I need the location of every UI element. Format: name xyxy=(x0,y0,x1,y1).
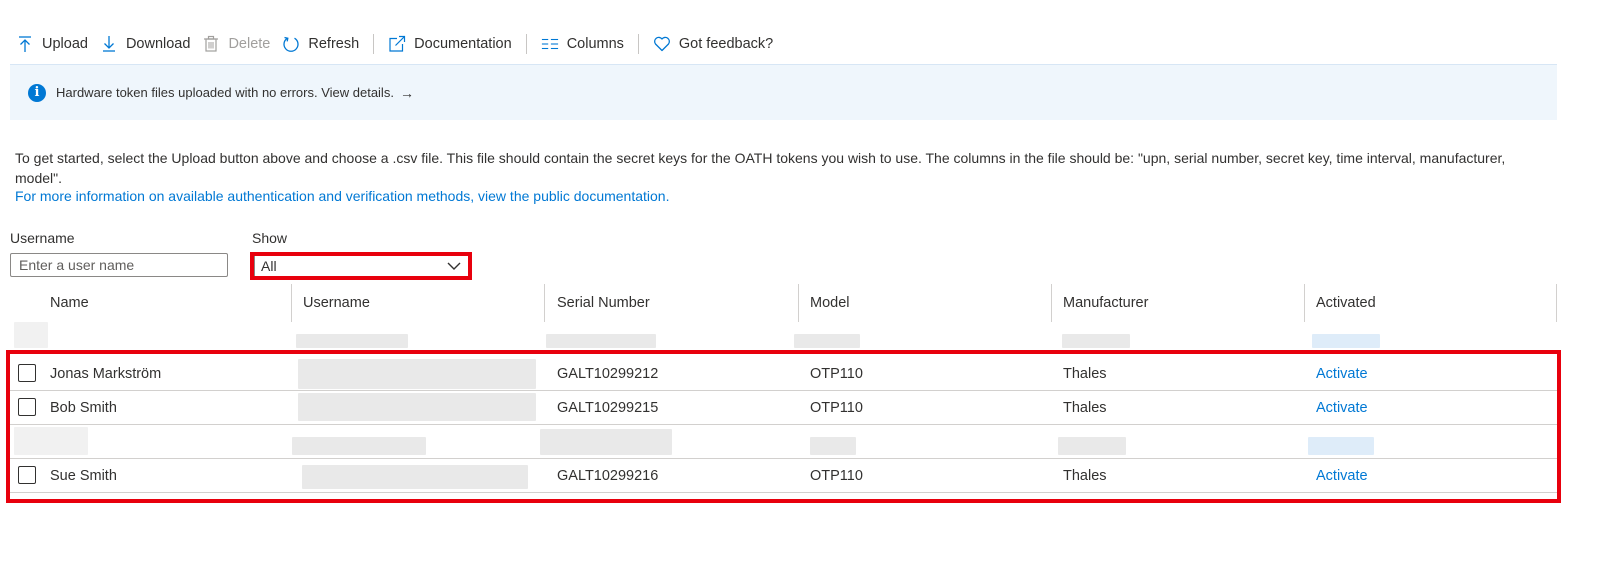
row-name: Bob Smith xyxy=(50,399,117,416)
refresh-label: Refresh xyxy=(308,36,360,52)
download-button[interactable]: Download xyxy=(94,28,197,60)
column-divider[interactable] xyxy=(798,284,799,322)
table-row[interactable]: Jonas Markström GALT10299212 OTP110 Thal… xyxy=(10,357,1558,391)
table-row[interactable]: Bob Smith GALT10299215 OTP110 Thales Act… xyxy=(10,391,1558,425)
row-name: Jonas Markström xyxy=(50,365,162,382)
redacted-content xyxy=(14,427,88,455)
column-header-activated[interactable]: Activated xyxy=(1316,284,1376,322)
username-filter-label: Username xyxy=(10,230,75,246)
redacted-content xyxy=(546,334,656,348)
toolbar-divider xyxy=(637,34,639,54)
column-header-serial-number[interactable]: Serial Number xyxy=(557,284,650,322)
column-divider[interactable] xyxy=(291,284,292,322)
row-manufacturer: Thales xyxy=(1063,365,1107,382)
column-divider[interactable] xyxy=(544,284,545,322)
row-model: OTP110 xyxy=(810,399,863,416)
redacted-content xyxy=(810,437,856,455)
documentation-button[interactable]: Documentation xyxy=(382,28,518,60)
refresh-button[interactable]: Refresh xyxy=(276,28,365,60)
columns-label: Columns xyxy=(566,36,624,52)
columns-icon xyxy=(541,35,559,53)
toolbar-divider xyxy=(525,34,527,54)
trash-icon xyxy=(202,35,220,53)
banner-message[interactable]: Hardware token files uploaded with no er… xyxy=(56,85,394,100)
success-banner: i Hardware token files uploaded with no … xyxy=(10,64,1557,120)
table-row[interactable]: Sue Smith GALT10299216 OTP110 Thales Act… xyxy=(10,459,1558,493)
chevron-down-icon xyxy=(446,258,462,277)
table-row-redacted xyxy=(10,322,1558,352)
redacted-content xyxy=(1058,437,1126,455)
download-icon xyxy=(100,35,118,53)
column-header-manufacturer[interactable]: Manufacturer xyxy=(1063,284,1148,322)
redacted-content xyxy=(794,334,860,348)
redacted-username xyxy=(302,465,528,489)
download-label: Download xyxy=(125,36,191,52)
redacted-content xyxy=(540,429,672,455)
row-checkbox[interactable] xyxy=(18,398,36,416)
column-divider[interactable] xyxy=(1556,284,1557,322)
row-checkbox[interactable] xyxy=(18,466,36,484)
external-link-icon xyxy=(388,35,406,53)
row-manufacturer: Thales xyxy=(1063,399,1107,416)
activate-link[interactable]: Activate xyxy=(1316,391,1368,424)
activate-link[interactable]: Activate xyxy=(1316,357,1368,390)
column-header-name[interactable]: Name xyxy=(50,284,89,322)
column-header-username[interactable]: Username xyxy=(303,284,370,322)
redacted-content xyxy=(1308,437,1374,455)
redacted-content xyxy=(292,437,426,455)
show-filter-label: Show xyxy=(252,230,288,246)
table-header: Name Username Serial Number Model Manufa… xyxy=(10,284,1558,322)
redacted-username xyxy=(298,393,536,421)
heart-icon xyxy=(653,35,671,53)
documentation-label: Documentation xyxy=(414,36,512,52)
redacted-content xyxy=(1312,334,1380,348)
info-icon: i xyxy=(28,83,46,102)
row-serial-number: GALT10299215 xyxy=(557,399,659,416)
row-checkbox[interactable] xyxy=(18,364,36,382)
upload-icon xyxy=(16,35,34,53)
redacted-content xyxy=(296,334,408,348)
toolbar-divider xyxy=(373,34,375,54)
redacted-username xyxy=(298,359,536,389)
delete-button[interactable]: Delete xyxy=(196,28,276,60)
row-model: OTP110 xyxy=(810,365,863,382)
column-header-model[interactable]: Model xyxy=(810,284,850,322)
row-serial-number: GALT10299212 xyxy=(557,365,659,382)
command-bar: Upload Download Delete Refresh Documenta… xyxy=(14,28,779,60)
delete-label: Delete xyxy=(228,36,271,52)
show-dropdown[interactable]: All xyxy=(254,255,469,277)
row-name: Sue Smith xyxy=(50,467,117,484)
redacted-content xyxy=(14,322,48,348)
upload-label: Upload xyxy=(42,36,88,52)
show-dropdown-value: All xyxy=(261,258,277,274)
column-divider[interactable] xyxy=(1304,284,1305,322)
redacted-content xyxy=(1062,334,1130,348)
feedback-label: Got feedback? xyxy=(678,36,774,52)
columns-button[interactable]: Columns xyxy=(535,28,630,60)
activate-link[interactable]: Activate xyxy=(1316,459,1368,492)
upload-button[interactable]: Upload xyxy=(14,28,94,60)
row-serial-number: GALT10299216 xyxy=(557,467,659,484)
feedback-button[interactable]: Got feedback? xyxy=(647,28,779,60)
table-row-redacted xyxy=(10,425,1558,459)
username-search-input[interactable] xyxy=(10,253,228,277)
public-documentation-link[interactable]: For more information on available authen… xyxy=(15,188,669,204)
intro-text: To get started, select the Upload button… xyxy=(15,150,1506,186)
arrow-right-icon[interactable]: → xyxy=(400,85,414,101)
row-manufacturer: Thales xyxy=(1063,467,1107,484)
refresh-icon xyxy=(282,35,300,53)
row-model: OTP110 xyxy=(810,467,863,484)
column-divider[interactable] xyxy=(1051,284,1052,322)
